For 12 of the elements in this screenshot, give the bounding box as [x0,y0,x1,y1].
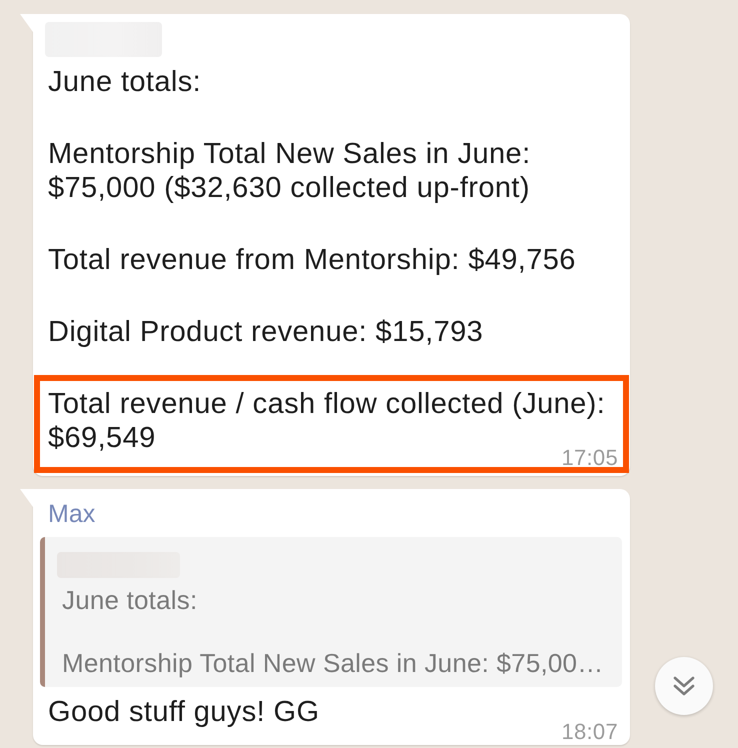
message-text: Total revenue from Mentorship: $49,756 [48,243,577,277]
message-text: Good stuff guys! GG [48,695,320,729]
sender-name: Max [48,499,96,529]
quoted-message[interactable]: June totals: Mentorship Total New Sales in June: $75,00… [40,537,622,687]
quoted-text: Mentorship Total New Sales in June: $75,00… [62,648,604,679]
message-time: 18:07 [561,723,618,741]
message-text: June totals: [48,65,202,99]
double-chevron-down-icon [673,676,695,696]
quoted-text: June totals: [62,585,198,616]
scroll-down-button[interactable] [655,657,713,715]
message-text: Mentorship Total New Sales in June: $75,000 ($32,630 collected up-front) [48,137,532,205]
message-text: Digital Product revenue: $15,793 [48,315,484,349]
